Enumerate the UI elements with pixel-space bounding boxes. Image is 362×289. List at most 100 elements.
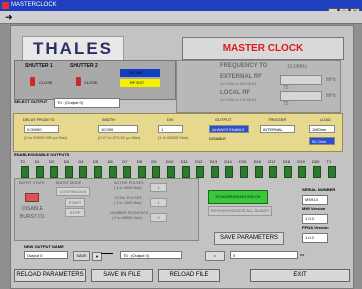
channel-toggle-t0[interactable] [21, 166, 29, 178]
channel-header-d7: D7 [122, 159, 128, 164]
active-pulses-input[interactable]: 1 [150, 183, 167, 192]
shutter1-label: SHUTTER 1 [25, 63, 53, 69]
channel-header-d6: D6 [107, 159, 113, 164]
select-output-dropdown[interactable]: T0 : (Output 0) [54, 98, 120, 108]
frequency-title: FREQUENCY TO [220, 63, 268, 69]
number-sequence-input[interactable]: 0 [150, 213, 167, 222]
channel-toggle-d16[interactable] [254, 166, 263, 178]
rf-int-arrow[interactable]: RF INT [120, 69, 160, 77]
fpga-version-label: FPGA Version [302, 225, 329, 230]
toolbar [0, 11, 362, 24]
channel-toggle-d3[interactable] [64, 166, 73, 178]
channel-toggle-d14[interactable] [225, 166, 234, 178]
channel-toggle-d7[interactable] [123, 166, 132, 178]
channel-toggle-d2[interactable] [50, 166, 59, 178]
burst-start-button[interactable]: START [65, 198, 85, 207]
save-in-file-button[interactable]: SAVE IN FILE [91, 269, 153, 282]
exit-button[interactable]: EXIT [250, 269, 350, 282]
shutter2-label: SHUTTER 2 [70, 63, 98, 69]
channel-toggle-d9[interactable] [152, 166, 161, 178]
mmi-version-label: MMI Version [302, 206, 326, 211]
channel-toggle-d8[interactable] [137, 166, 146, 178]
channel-toggle-d15[interactable] [240, 166, 248, 178]
new-output-name-input[interactable]: Output 0 [24, 251, 68, 259]
local-rf-range: (10 MHz to 100 MHz) [220, 98, 257, 102]
total-pulses-header: TOTAL PULSES [114, 196, 142, 200]
reload-file-button[interactable]: RELOAD FILE [158, 269, 220, 282]
width-input[interactable]: 10.000 [98, 125, 138, 133]
equals-box: = [205, 251, 225, 261]
shutter1-state: CLOSE [39, 80, 53, 85]
channel-header-d8: D8 [136, 159, 142, 164]
arrow-line [101, 253, 113, 254]
output-enable-option[interactable]: ALWAYS ENABLE [209, 125, 249, 133]
synchronization-label: SYNCHRONIZATION [215, 194, 254, 199]
external-rf-input[interactable]: 75 [280, 75, 322, 91]
channel-toggle-d11[interactable] [181, 166, 190, 178]
delay-input[interactable]: 0.00000 [24, 125, 59, 133]
channel-toggle-d10[interactable] [167, 166, 175, 178]
channel-toggle-d4[interactable] [79, 166, 88, 178]
external-rf-label: EXTERNAL RF [220, 74, 262, 80]
total-pulses-input[interactable]: 1 [150, 198, 167, 207]
div-note: (1 to 65535 Max) [158, 135, 189, 140]
active-pulses-range: ( 1 to 4095 Max) [114, 186, 142, 190]
burst-state-led [25, 193, 39, 202]
output-disable-option[interactable]: DISABLE [209, 136, 226, 141]
channel-toggle-d13[interactable] [210, 166, 219, 178]
load-high-option[interactable]: 1MOhm [309, 125, 335, 133]
channel-toggle-d17[interactable] [269, 166, 278, 178]
reload-parameters-button[interactable]: RELOAD PARAMETERS [14, 269, 86, 282]
burst-stop-button[interactable]: STOP [65, 208, 85, 217]
number-sequence-header: NUMBER SEQUENCE [110, 211, 149, 215]
output-header: OUTPUT [215, 117, 232, 122]
run-arrow-icon[interactable]: ➜ [5, 12, 13, 22]
local-rf-input[interactable]: 75 [280, 91, 322, 107]
shutter2-state: CLOSE [84, 80, 98, 85]
local-rf-label: LOCAL RF [220, 90, 251, 96]
thales-logo: THALES [22, 36, 124, 62]
mmi-version-value: 1.0.3 [302, 214, 328, 224]
channel-header-d3: D3 [63, 159, 69, 164]
fpga-version-value: 1.0.2 [302, 233, 328, 243]
channel-toggle-d5[interactable] [94, 166, 102, 178]
frequency-value: 10.0MHz [287, 64, 308, 70]
channel-toggle-d6[interactable] [108, 166, 117, 178]
active-pulses-header: ACTIVE PULSES [114, 181, 144, 185]
window-title: MASTERCLOCK [11, 2, 57, 8]
new-output-name-label: NEW OUTPUT NAME [24, 244, 64, 249]
channel-header-d13: D13 [209, 159, 218, 164]
load-low-option[interactable]: 50 Ohm [309, 137, 335, 145]
local-rf-unit: MHz [326, 93, 337, 99]
total-pulses-range: ( 1 to 4095 Max) [114, 201, 142, 205]
enable-outputs-label: ENABLE/DISABLE OUTPUTS [14, 152, 70, 157]
burst-mode-header: BURST MODE [56, 181, 82, 185]
channel-toggle-d20[interactable] [313, 166, 321, 178]
us-value-input[interactable]: 0 [230, 251, 298, 259]
channel-header-d1: D1 [34, 159, 40, 164]
target-output-dropdown[interactable]: T0 : (Output 0) [120, 251, 182, 259]
shutter1-toggle[interactable] [30, 77, 35, 86]
burst-mode-select[interactable]: CONTINUOUS [56, 187, 90, 196]
channel-toggle-d12[interactable] [196, 166, 205, 178]
channel-toggle-d18[interactable] [283, 166, 292, 178]
div-input[interactable]: 1 [158, 125, 183, 133]
us-unit: us [300, 252, 305, 257]
trigger-select[interactable]: INTERNAL [260, 125, 295, 133]
save-parameters-button[interactable]: SAVE PARAMETERS [214, 232, 284, 245]
serial-number-label: SERIAL NUMBER [302, 187, 336, 192]
channel-header-d16: D16 [253, 159, 261, 164]
save-name-button[interactable]: SAVE [73, 251, 90, 261]
rf-ext-arrow[interactable]: RF EXT [120, 79, 160, 87]
shutter2-toggle[interactable] [76, 77, 81, 86]
width-note: (0.27 to 873.52 µs Max) [98, 135, 141, 140]
channel-toggle-d1[interactable] [35, 166, 44, 178]
channel-header-d11: D11 [180, 159, 188, 164]
title-bar: MASTERCLOCK [0, 0, 362, 11]
channel-header-d2: D2 [49, 159, 55, 164]
load-header: LOAD [320, 117, 331, 122]
resynchronize-button[interactable]: RESYNCHRONIZE ALL SLAVE? [208, 206, 272, 216]
channel-toggle-t1[interactable] [327, 166, 336, 178]
channel-toggle-d19[interactable] [298, 166, 307, 178]
channel-header-d12: D12 [195, 159, 203, 164]
